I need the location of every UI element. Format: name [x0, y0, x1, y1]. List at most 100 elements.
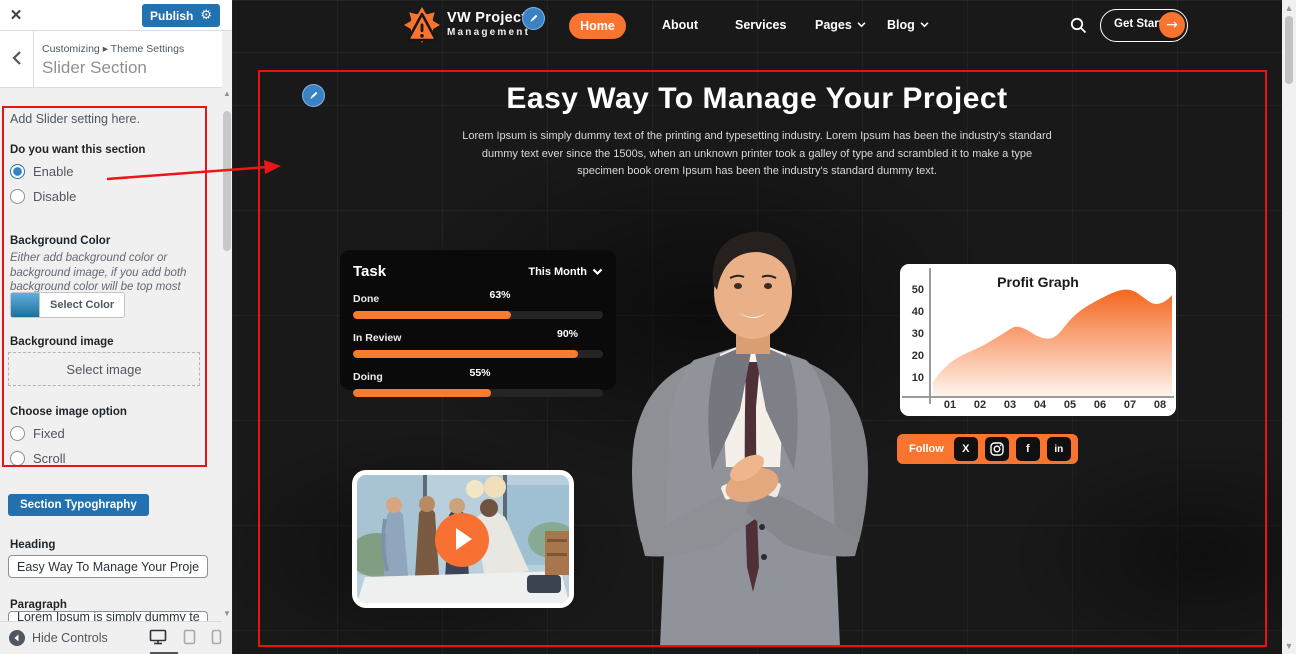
progress-fill — [353, 350, 578, 358]
chevron-left-icon — [11, 50, 21, 65]
back-button[interactable] — [0, 31, 34, 87]
x-twitter-icon[interactable]: X — [953, 437, 978, 461]
nav-item-about[interactable]: About — [662, 18, 698, 32]
edit-header-button[interactable] — [522, 7, 545, 30]
fixed-label: Fixed — [33, 426, 65, 441]
enable-radio[interactable]: Enable — [10, 164, 73, 179]
progress-track — [353, 311, 603, 319]
color-swatch[interactable] — [10, 292, 40, 318]
desktop-icon — [149, 629, 167, 644]
x-tick: 03 — [1003, 399, 1017, 411]
site-preview: VW Project Management Home About Service… — [232, 0, 1282, 654]
scroll-down-icon[interactable]: ▼ — [1282, 641, 1296, 651]
scroll-label: Scroll — [33, 451, 66, 466]
nav-item-services[interactable]: Services — [735, 18, 786, 32]
task-card: Task This Month Done 63% In Review 90% D… — [340, 250, 616, 397]
color-picker-control[interactable]: Select Color — [10, 292, 126, 318]
play-button[interactable] — [435, 513, 489, 567]
task-row: Done 63% — [353, 289, 603, 319]
radio-icon[interactable] — [10, 426, 25, 441]
instagram-icon[interactable] — [984, 437, 1009, 461]
fixed-radio[interactable]: Fixed — [10, 426, 65, 441]
facebook-icon[interactable]: f — [1015, 437, 1040, 461]
y-tick: 40 — [911, 306, 924, 318]
task-filter-dropdown[interactable]: This Month — [528, 266, 603, 278]
disable-radio[interactable]: Disable — [10, 189, 76, 204]
radio-icon[interactable] — [10, 451, 25, 466]
scrollbar-thumb[interactable] — [1285, 16, 1293, 84]
x-tick: 01 — [943, 399, 957, 411]
heading-input[interactable] — [8, 555, 208, 578]
scroll-up-icon[interactable]: ▲ — [1282, 3, 1296, 13]
customizer-panel: ✕ Publish ⚙ Customizing ▸ Theme Settings… — [0, 0, 232, 654]
task-row: Doing 55% — [353, 367, 603, 397]
collapse-arrow-icon[interactable] — [9, 630, 25, 646]
linkedin-icon[interactable]: in — [1046, 437, 1071, 461]
progress-track — [353, 350, 603, 358]
select-image-button[interactable]: Select image — [8, 352, 200, 386]
tablet-preview-button[interactable] — [178, 628, 200, 648]
x-axis-ticks: 01 02 03 04 05 06 07 08 — [935, 399, 1175, 411]
task-row-label: Done — [353, 293, 380, 305]
follow-bar: Follow X f in — [897, 434, 1078, 464]
x-tick: 04 — [1033, 399, 1047, 411]
task-row-percent: 90% — [556, 328, 578, 340]
x-tick: 07 — [1123, 399, 1137, 411]
mobile-icon — [211, 629, 221, 644]
get-start-label: Get Start — [1114, 18, 1163, 30]
publish-button[interactable]: Publish ⚙ — [142, 4, 220, 27]
paragraph-input[interactable] — [8, 611, 208, 621]
task-row-label: In Review — [353, 332, 402, 344]
breadcrumb: Customizing ▸ Theme Settings — [42, 43, 185, 55]
nav-item-home[interactable]: Home — [569, 13, 626, 39]
scroll-up-icon[interactable]: ▲ — [222, 89, 232, 98]
progress-track — [353, 389, 603, 397]
enable-label: Enable — [33, 164, 74, 179]
pencil-icon — [530, 14, 538, 22]
publish-label: Publish — [150, 8, 194, 23]
background-image-label: Background image — [10, 336, 114, 348]
chevron-down-icon — [592, 268, 603, 275]
task-row-percent: 63% — [489, 289, 511, 301]
progress-fill — [353, 311, 511, 319]
desktop-preview-button[interactable] — [147, 628, 169, 648]
image-option-label: Choose image option — [10, 406, 127, 418]
hide-controls-label[interactable]: Hide Controls — [32, 631, 108, 645]
slider-setting-description: Add Slider setting here. — [10, 112, 140, 126]
progress-fill — [353, 389, 491, 397]
radio-icon[interactable] — [10, 189, 25, 204]
site-header: VW Project Management Home About Service… — [232, 0, 1282, 53]
page-scrollbar[interactable]: ▲ ▼ — [1282, 0, 1296, 654]
nav-label: Services — [735, 18, 787, 32]
scroll-radio[interactable]: Scroll — [10, 451, 66, 466]
radio-selected-icon[interactable] — [10, 164, 25, 179]
customizer-footer: Hide Controls — [0, 621, 232, 654]
paragraph-label: Paragraph — [10, 599, 67, 611]
arrow-right-icon: → — [1159, 12, 1185, 38]
screen: ✕ Publish ⚙ Customizing ▸ Theme Settings… — [0, 0, 1296, 654]
x-tick: 08 — [1153, 399, 1167, 411]
section-toggle-label: Do you want this section — [10, 144, 146, 156]
gear-icon[interactable]: ⚙ — [200, 9, 212, 22]
scroll-down-icon[interactable]: ▼ — [222, 609, 232, 618]
logo[interactable]: VW Project Management — [447, 10, 530, 38]
nav-item-pages[interactable]: Pages — [815, 18, 866, 32]
close-icon[interactable]: ✕ — [0, 0, 32, 30]
hero-paragraph: Lorem Ipsum is simply dummy text of the … — [462, 130, 1052, 177]
tablet-icon — [183, 629, 195, 644]
section-typography-button[interactable]: Section Typoghraphy — [8, 494, 149, 516]
get-start-button[interactable]: Get Start → — [1100, 9, 1188, 42]
task-card-title: Task — [353, 263, 387, 280]
search-icon[interactable] — [1067, 16, 1089, 38]
select-color-button[interactable]: Select Color — [40, 292, 126, 318]
logo-icon — [404, 7, 440, 43]
profit-graph-card: Profit Graph 50 40 30 20 10 01 02 03 04 … — [900, 264, 1176, 416]
nav-item-blog[interactable]: Blog — [887, 18, 929, 32]
sidebar-scrollbar[interactable]: ▲ ▼ — [222, 31, 232, 654]
follow-label: Follow — [909, 443, 944, 455]
nav-label: Pages — [815, 18, 852, 32]
task-row-label: Doing — [353, 371, 383, 383]
scrollbar-thumb[interactable] — [223, 111, 231, 251]
x-tick: 05 — [1063, 399, 1077, 411]
x-tick: 02 — [973, 399, 987, 411]
